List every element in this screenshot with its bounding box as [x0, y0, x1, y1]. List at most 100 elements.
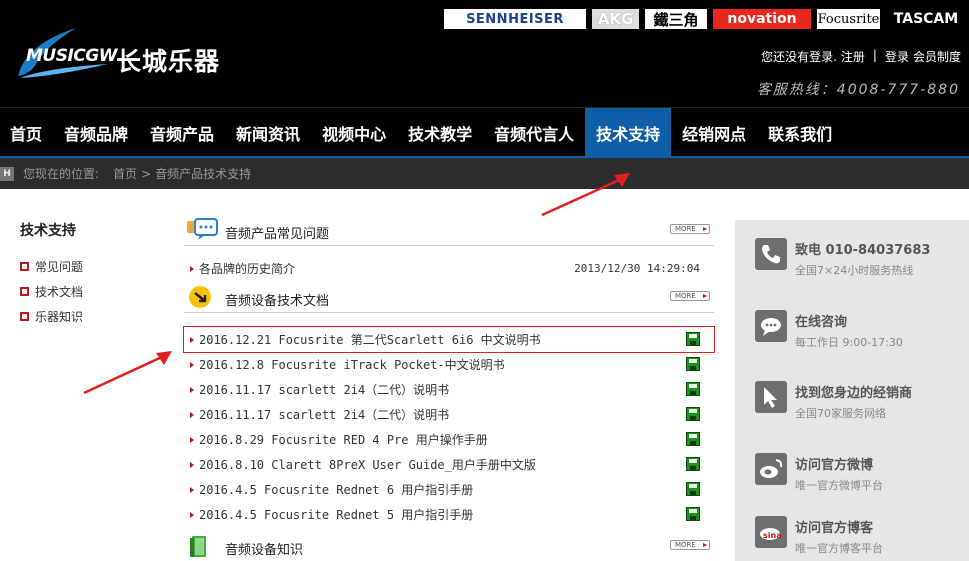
list-item[interactable]: 2016.8.10 Clarett 8PreX User Guide_用户手册中…	[184, 452, 714, 477]
sidebar-item-label: 常见问题	[35, 260, 84, 274]
section-title: 音频设备技术文档	[225, 294, 330, 309]
chat-bubble-icon	[187, 218, 218, 240]
sina-blog-icon: sina	[755, 516, 787, 548]
site-logo[interactable]: MUSICGW 长城乐器	[16, 24, 236, 84]
brand-logo-audio-technica[interactable]: 鐵三角	[645, 9, 707, 29]
sidebar: 技术支持 常见问题 技术文档 乐器知识	[20, 220, 170, 329]
download-save-icon[interactable]	[686, 457, 700, 471]
download-save-icon[interactable]	[686, 407, 700, 421]
breadcrumb-home[interactable]: 首页	[113, 165, 137, 182]
sidebar-item-faq[interactable]: 常见问题	[20, 254, 170, 279]
download-save-icon[interactable]	[686, 382, 700, 396]
nav-item-spokesperson[interactable]: 音频代言人	[483, 108, 585, 158]
section-title: 音频产品常见问题	[225, 227, 330, 242]
more-button[interactable]: MORE	[670, 291, 710, 301]
contact-title: 访问官方微博	[795, 458, 874, 473]
brand-strip: SENNHEISER AKG 鐵三角 novation Focusrite TA…	[444, 9, 966, 29]
list-item[interactable]: 2016.11.17 scarlett 2i4（二代）说明书	[184, 377, 714, 402]
home-badge-icon: H	[0, 166, 14, 181]
contact-title: 在线咨询	[795, 315, 848, 330]
user-links: 您还没有登录. 注册 | 登录 会员制度	[761, 48, 961, 65]
breadcrumb-current[interactable]: 音频产品技术支持	[155, 165, 251, 182]
contact-subtitle: 唯一官方微博平台	[795, 479, 883, 492]
download-save-icon[interactable]	[686, 482, 700, 496]
service-hotline: 客服热线：4008-777-880	[756, 82, 960, 98]
download-save-icon[interactable]	[686, 332, 700, 346]
phone-icon	[755, 238, 787, 270]
list-item[interactable]: 2016.11.17 scarlett 2i4（二代）说明书	[184, 402, 714, 427]
more-button[interactable]: MORE	[670, 540, 710, 550]
download-save-icon[interactable]	[686, 357, 700, 371]
square-bullet-icon	[20, 312, 29, 321]
brand-logo-novation[interactable]: novation	[713, 9, 811, 29]
cursor-icon	[755, 381, 787, 413]
list-item-title: 2016.11.17 scarlett 2i4（二代）说明书	[199, 408, 450, 422]
contact-title: 找到您身边的经销商	[795, 386, 913, 401]
list-item[interactable]: 2016.4.5 Focusrite Rednet 6 用户指引手册	[184, 477, 714, 502]
nav-item-tech-support[interactable]: 技术支持	[585, 108, 672, 158]
list-item-title: 2016.12.21 Focusrite 第二代Scarlett 6i6 中文说…	[199, 333, 541, 347]
contact-item-blog[interactable]: sina 访问官方博客 唯一官方博客平台	[755, 516, 965, 561]
breadcrumb-separator: >	[141, 166, 152, 181]
list-item-title: 2016.4.5 Focusrite Rednet 5 用户指引手册	[199, 508, 474, 522]
brand-logo-akg[interactable]: AKG	[592, 9, 639, 29]
contact-subtitle: 唯一官方博客平台	[795, 542, 883, 555]
contact-subtitle: 每工作日 9:00-17:30	[795, 336, 903, 349]
list-item-title: 2016.11.17 scarlett 2i4（二代）说明书	[199, 383, 450, 397]
sidebar-item-label: 乐器知识	[35, 310, 84, 324]
brand-logo-tascam[interactable]: TASCAM	[886, 9, 966, 29]
nav-item-contact[interactable]: 联系我们	[757, 108, 843, 158]
breadcrumb-prefix: 您现在的位置:	[23, 167, 100, 181]
square-bullet-icon	[20, 287, 29, 296]
more-button[interactable]: MORE	[670, 224, 710, 234]
sidebar-item-label: 技术文档	[35, 285, 84, 299]
site-header: MUSICGW 长城乐器 SENNHEISER AKG 鐵三角 novation…	[0, 0, 969, 107]
contact-item-weibo[interactable]: 访问官方微博 唯一官方微博平台	[755, 453, 965, 513]
contact-panel: 致电 010-84037683 全国7×24小时服务热线 在线咨询 每工作日 9…	[735, 220, 969, 561]
login-status-text: 您还没有登录.	[761, 50, 837, 64]
section-header-faq: 音频产品常见问题 MORE	[184, 214, 714, 246]
member-policy-link[interactable]: 会员制度	[913, 48, 961, 65]
section-header-knowledge: 音频设备知识 MORE	[184, 530, 714, 561]
nav-item-video-center[interactable]: 视频中心	[311, 108, 397, 158]
svg-text:sina: sina	[763, 531, 782, 540]
nav-item-dealers[interactable]: 经销网点	[671, 108, 757, 158]
square-bullet-icon	[20, 262, 29, 271]
sidebar-item-instrument-knowledge[interactable]: 乐器知识	[20, 304, 170, 329]
list-item[interactable]: 各品牌的历史简介 2013/12/30 14:29:04	[184, 256, 714, 281]
nav-item-audio-brands[interactable]: 音频品牌	[53, 108, 139, 158]
book-icon	[190, 536, 206, 557]
list-item-date: 2013/12/30 14:29:04	[574, 262, 700, 275]
list-item[interactable]: 2016.4.5 Focusrite Rednet 5 用户指引手册	[184, 502, 714, 527]
brand-logo-sennheiser[interactable]: SENNHEISER	[444, 9, 586, 29]
nav-item-news[interactable]: 新闻资讯	[225, 108, 311, 158]
register-link[interactable]: 注册	[841, 48, 865, 65]
list-item-title: 2016.8.10 Clarett 8PreX User Guide_用户手册中…	[199, 458, 536, 472]
list-item-title: 2016.8.29 Focusrite RED 4 Pre 用户操作手册	[199, 433, 488, 447]
link-separator: |	[872, 48, 877, 62]
login-link[interactable]: 登录	[885, 48, 909, 65]
contact-subtitle: 全国7×24小时服务热线	[795, 264, 914, 277]
list-item-title: 2016.4.5 Focusrite Rednet 6 用户指引手册	[199, 483, 474, 497]
contact-item-dealers[interactable]: 找到您身边的经销商 全国70家服务网络	[755, 381, 965, 441]
contact-item-online-chat[interactable]: 在线咨询 每工作日 9:00-17:30	[755, 310, 965, 370]
list-item[interactable]: 2016.12.21 Focusrite 第二代Scarlett 6i6 中文说…	[183, 326, 715, 353]
logo-text-cn: 长城乐器	[116, 47, 221, 76]
annotation-arrow-icon	[83, 351, 172, 395]
nav-item-tech-teaching[interactable]: 技术教学	[397, 108, 483, 158]
download-save-icon[interactable]	[686, 432, 700, 446]
breadcrumb: H 您现在的位置: 首页 > 音频产品技术支持	[0, 158, 969, 189]
nav-item-audio-products[interactable]: 音频产品	[139, 108, 225, 158]
list-item-title: 各品牌的历史简介	[199, 262, 296, 276]
contact-title: 访问官方博客	[795, 521, 874, 536]
contact-item-phone[interactable]: 致电 010-84037683 全国7×24小时服务热线	[755, 238, 965, 298]
list-item[interactable]: 2016.8.29 Focusrite RED 4 Pre 用户操作手册	[184, 427, 714, 452]
logo-text-en: MUSICGW	[26, 46, 117, 66]
sidebar-item-tech-docs[interactable]: 技术文档	[20, 279, 170, 304]
contact-subtitle: 全国70家服务网络	[795, 407, 886, 420]
list-item[interactable]: 2016.12.8 Focusrite iTrack Pocket-中文说明书	[184, 352, 714, 377]
main-content: 音频产品常见问题 MORE 各品牌的历史简介 2013/12/30 14:29:…	[183, 214, 715, 561]
brand-logo-focusrite[interactable]: Focusrite	[817, 9, 880, 29]
nav-item-home[interactable]: 首页	[0, 108, 53, 158]
download-save-icon[interactable]	[686, 507, 700, 521]
